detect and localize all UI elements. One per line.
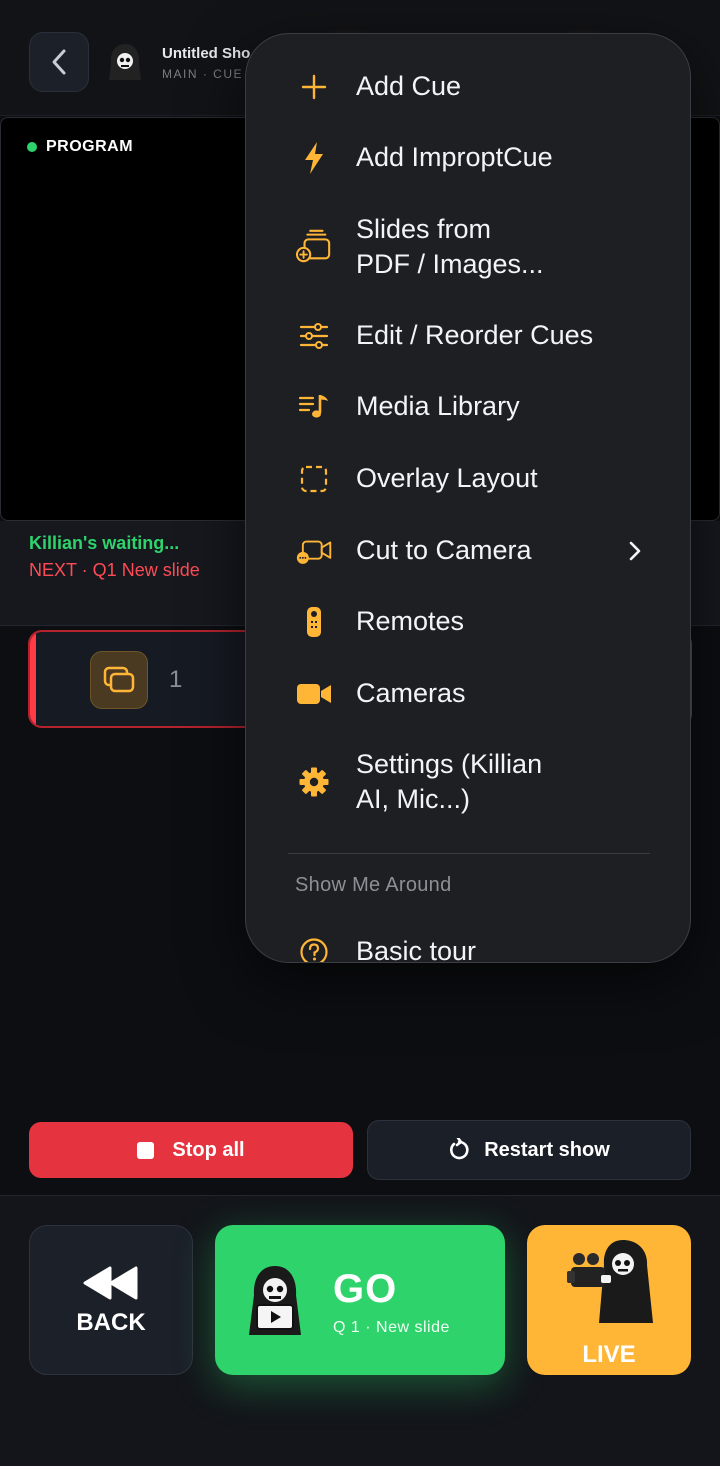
menu-item-settings[interactable]: Settings (Killian AI, Mic...) <box>246 747 690 817</box>
program-label: PROGRAM <box>27 138 133 156</box>
rewind-icon <box>83 1266 138 1300</box>
back-label: BACK <box>76 1309 146 1336</box>
dashed-square-icon <box>296 461 332 497</box>
music-list-icon <box>296 389 332 425</box>
show-title[interactable]: Untitled Sho <box>162 45 250 62</box>
live-label: LIVE <box>582 1341 636 1368</box>
video-camera-icon <box>296 676 332 712</box>
restart-label: Restart show <box>484 1138 610 1161</box>
camera-outline-icon <box>296 533 332 569</box>
assistant-status: Killian's waiting... <box>29 533 180 553</box>
back-cue-button[interactable]: BACK <box>29 1225 193 1375</box>
menu-item-edit-reorder-cues[interactable]: Edit / Reorder Cues <box>246 318 690 354</box>
help-circle-icon <box>296 934 332 962</box>
program-label-text: PROGRAM <box>46 138 134 155</box>
chevron-right-icon <box>629 541 641 561</box>
menu-item-overlay-layout[interactable]: Overlay Layout <box>246 461 690 497</box>
sliders-icon <box>296 318 332 354</box>
show-subtitle: MAIN · CUE <box>162 67 243 81</box>
menu-item-label: Basic tour <box>356 936 477 963</box>
menu-item-label: Slides from <box>356 214 492 244</box>
cue-active-accent <box>30 632 36 726</box>
menu-section-title: Show Me Around <box>295 874 452 896</box>
menu-item-remotes[interactable]: Remotes <box>246 604 690 640</box>
menu-item-label: Overlay Layout <box>356 463 538 493</box>
go-button[interactable]: GO Q 1 · New slide <box>215 1225 505 1375</box>
stop-icon <box>137 1141 155 1159</box>
menu-item-cameras[interactable]: Cameras <box>246 676 690 712</box>
cue-number: 1 <box>169 666 183 693</box>
bolt-icon <box>296 140 332 176</box>
actions-menu: Add Cue Add ImproptCue Slides from PDF /… <box>245 33 691 963</box>
remote-icon <box>296 604 332 640</box>
menu-item-cut-to-camera[interactable]: Cut to Camera <box>246 533 690 569</box>
menu-item-media-library[interactable]: Media Library <box>246 389 690 425</box>
reaper-camera-mascot-icon <box>567 1240 653 1323</box>
menu-item-add-cue[interactable]: Add Cue <box>246 69 690 105</box>
restart-show-button[interactable]: Restart show <box>367 1120 691 1180</box>
chevron-left-icon <box>52 49 66 75</box>
menu-item-add-improptcue[interactable]: Add ImproptCue <box>246 140 690 176</box>
live-button[interactable]: LIVE <box>527 1225 691 1375</box>
reaper-screen-mascot-icon <box>249 1266 301 1335</box>
menu-item-label: Settings (Killian <box>356 749 543 779</box>
menu-divider <box>288 853 650 854</box>
menu-item-slides-from-pdf[interactable]: Slides from PDF / Images... <box>246 212 690 282</box>
gear-icon <box>296 765 332 799</box>
back-nav-button[interactable] <box>29 32 89 92</box>
go-next-cue: Q 1 · New slide <box>333 1319 450 1336</box>
menu-item-label: Add Cue <box>356 71 462 101</box>
menu-item-label: Cameras <box>356 678 466 708</box>
menu-item-label: Media Library <box>356 391 520 421</box>
reaper-avatar-icon <box>109 44 141 80</box>
stop-all-label: Stop all <box>172 1138 245 1161</box>
menu-item-label: Add ImproptCue <box>356 142 553 172</box>
menu-item-label: Edit / Reorder Cues <box>356 320 594 350</box>
restart-icon <box>450 1138 469 1160</box>
live-dot-icon <box>27 142 37 152</box>
menu-item-label-line2: PDF / Images... <box>356 249 544 279</box>
stop-all-button[interactable]: Stop all <box>29 1122 353 1178</box>
menu-item-label: Cut to Camera <box>356 535 532 565</box>
menu-item-basic-tour[interactable]: Basic tour <box>246 934 690 963</box>
next-cue-label: NEXT · Q1 New slide <box>29 560 200 580</box>
menu-item-label: Remotes <box>356 606 465 636</box>
plus-icon <box>296 69 332 105</box>
menu-item-label-line2: AI, Mic...) <box>356 784 470 814</box>
slides-cue-icon <box>90 651 148 709</box>
go-label: GO <box>333 1267 398 1311</box>
slides-add-icon <box>296 226 332 266</box>
